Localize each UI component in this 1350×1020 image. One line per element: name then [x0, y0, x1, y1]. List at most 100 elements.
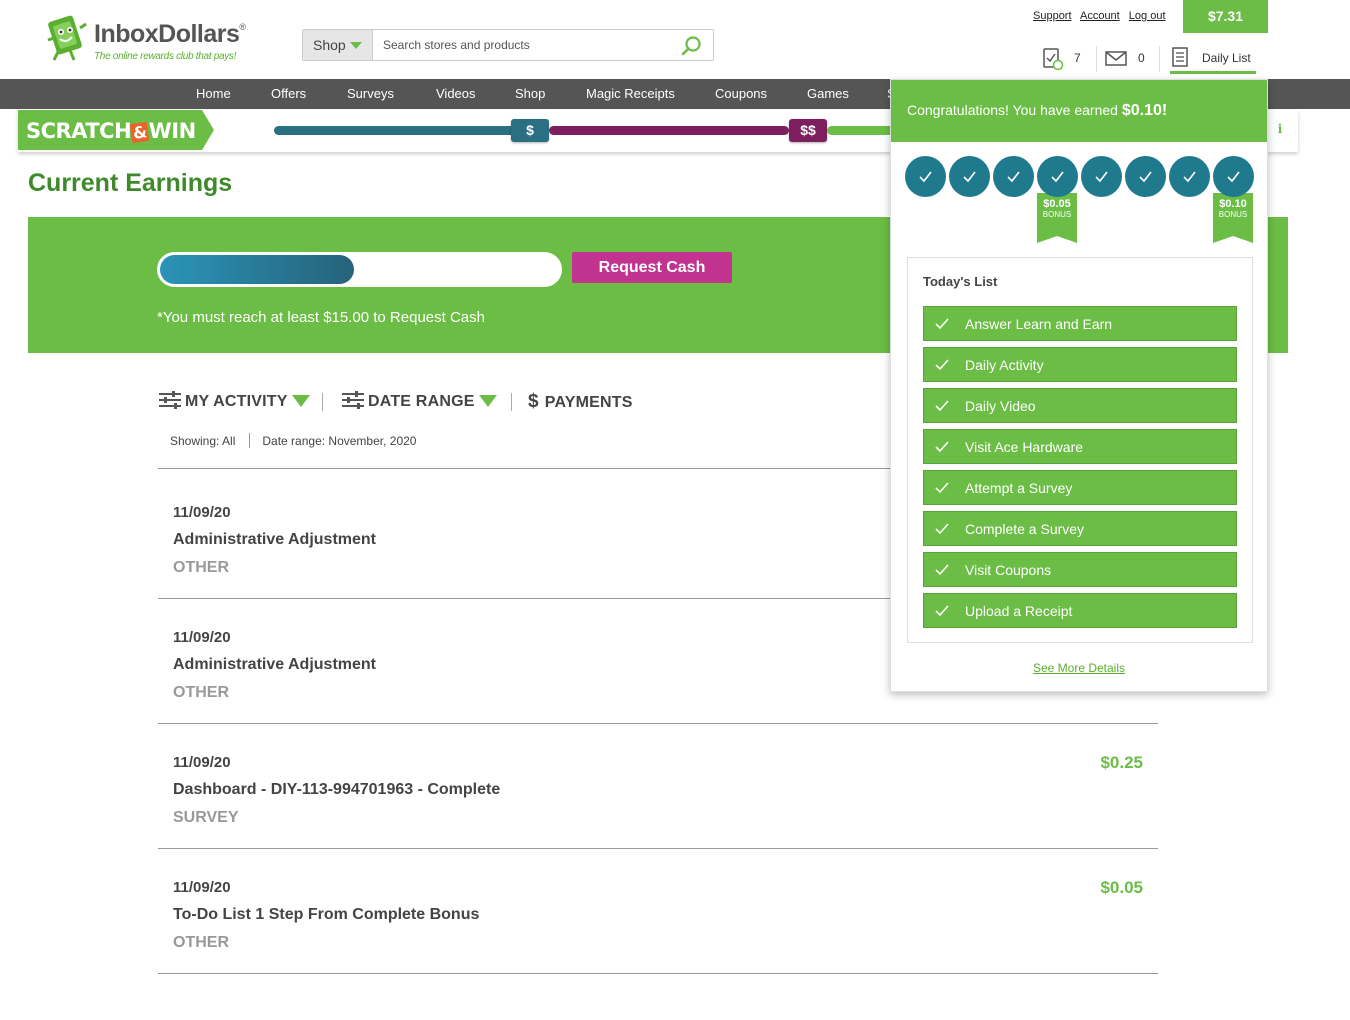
nav-offers[interactable]: Offers — [271, 86, 306, 101]
money-mascot-icon — [47, 15, 87, 61]
check-icon — [1139, 171, 1152, 183]
activity-date: 11/09/20 — [173, 879, 231, 896]
step-complete — [993, 156, 1034, 197]
filter-summary: Showing: All Date range: November, 2020 — [170, 433, 416, 448]
nav-shop[interactable]: Shop — [515, 86, 545, 101]
check-icon — [935, 482, 949, 494]
activity-title: To-Do List 1 Step From Complete Bonus — [173, 906, 480, 923]
my-activity-filter[interactable]: MY ACTIVITY — [158, 391, 310, 411]
divider — [1096, 46, 1097, 72]
nav-coupons[interactable]: Coupons — [715, 86, 767, 101]
divider — [511, 393, 512, 411]
activity-category: OTHER — [173, 684, 229, 701]
sliders-icon — [342, 391, 364, 409]
search-input[interactable] — [375, 30, 675, 60]
chevron-down-icon — [478, 395, 497, 407]
search-category-select[interactable]: Shop — [303, 30, 373, 60]
task-visit-ace-hardware[interactable]: Visit Ace Hardware — [923, 429, 1237, 464]
step-complete — [1125, 156, 1166, 197]
page-title: Current Earnings — [28, 169, 233, 197]
logout-link[interactable]: Log out — [1129, 10, 1166, 22]
task-complete-a-survey[interactable]: Complete a Survey — [923, 511, 1237, 546]
earnings-progress-fill — [160, 255, 354, 284]
step-complete — [1169, 156, 1210, 197]
tasks-count: 7 — [1074, 51, 1081, 65]
task-daily-video[interactable]: Daily Video — [923, 388, 1237, 423]
check-icon — [1227, 171, 1240, 183]
info-icon[interactable]: i — [1272, 121, 1288, 137]
activity-date: 11/09/20 — [173, 629, 231, 646]
inboxdollars-logo[interactable]: InboxDollars® The online rewards club th… — [44, 14, 259, 64]
activity-category: SURVEY — [173, 809, 239, 826]
progress-track-segment — [274, 126, 516, 135]
check-icon — [963, 171, 976, 183]
activity-title: Administrative Adjustment — [173, 656, 376, 673]
todays-list-title: Today's List — [923, 274, 998, 289]
nav-magic-receipts[interactable]: Magic Receipts — [586, 86, 675, 101]
divider — [1159, 46, 1160, 72]
progress-track-segment — [549, 126, 789, 135]
divider — [158, 723, 1158, 724]
task-attempt-a-survey[interactable]: Attempt a Survey — [923, 470, 1237, 505]
chevron-down-icon — [291, 395, 310, 407]
congrats-text: Congratulations! You have earned — [907, 102, 1122, 118]
check-icon — [935, 441, 949, 453]
divider — [322, 393, 323, 411]
step-complete — [1037, 156, 1078, 197]
check-icon — [935, 605, 949, 617]
activity-title: Dashboard - DIY-113-994701963 - Complete — [173, 781, 501, 798]
check-icon — [1051, 171, 1064, 183]
logo-wordmark: InboxDollars® — [94, 20, 246, 48]
check-icon — [935, 359, 949, 371]
sliders-icon — [159, 391, 181, 409]
check-icon — [935, 318, 949, 330]
task-answer-learn-and-earn[interactable]: Answer Learn and Earn — [923, 306, 1237, 341]
chevron-down-icon — [350, 42, 362, 49]
account-link[interactable]: Account — [1080, 10, 1120, 22]
check-icon — [1183, 171, 1196, 183]
step-complete — [1213, 156, 1254, 197]
activity-category: OTHER — [173, 934, 229, 951]
scratch-and-win-logo: SCRATCH&WIN — [18, 110, 214, 150]
see-more-details-link[interactable]: See More Details — [891, 661, 1267, 675]
nav-surveys[interactable]: Surveys — [347, 86, 394, 101]
envelope-icon — [1105, 51, 1127, 66]
nav-videos[interactable]: Videos — [436, 86, 476, 101]
activity-date: 11/09/20 — [173, 504, 231, 521]
dollar-icon: $ — [528, 391, 539, 412]
step-complete — [905, 156, 946, 197]
daily-list-icon — [1172, 47, 1188, 67]
task-check-icon — [1043, 48, 1064, 71]
divider — [158, 973, 1158, 974]
request-cash-button[interactable]: Request Cash — [572, 252, 732, 283]
step-complete — [949, 156, 990, 197]
task-daily-activity[interactable]: Daily Activity — [923, 347, 1237, 382]
check-icon — [919, 171, 932, 183]
popup-congrats: Congratulations! You have earned $0.10! — [891, 80, 1267, 142]
daily-list-popup: Congratulations! You have earned $0.10! … — [890, 79, 1268, 692]
activity-category: OTHER — [173, 559, 229, 576]
date-range-label: Date range: November, 2020 — [262, 434, 417, 448]
bonus-ribbon: $0.05 BONUS — [1037, 193, 1077, 243]
task-visit-coupons[interactable]: Visit Coupons — [923, 552, 1237, 587]
task-upload-a-receipt[interactable]: Upload a Receipt — [923, 593, 1237, 628]
daily-list-tab[interactable]: Daily List — [1170, 44, 1256, 74]
activity-amount: $0.05 — [1100, 878, 1143, 897]
tier-marker-2: $$ — [789, 119, 827, 142]
check-icon — [1007, 171, 1020, 183]
search-icon[interactable] — [681, 35, 703, 57]
progress-track-segment — [827, 126, 897, 135]
activity-title: Administrative Adjustment — [173, 531, 376, 548]
daily-list-label: Daily List — [1202, 51, 1251, 65]
nav-home[interactable]: Home — [196, 86, 231, 101]
search-bar: Shop — [302, 29, 714, 61]
support-link[interactable]: Support — [1033, 10, 1072, 22]
tasks-counter[interactable]: 7 — [1042, 46, 1081, 73]
balance-badge[interactable]: $7.31 — [1183, 0, 1268, 33]
check-icon — [1095, 171, 1108, 183]
account-links: Support Account Log out — [1033, 10, 1172, 22]
payments-filter[interactable]: $ PAYMENTS — [528, 391, 633, 413]
nav-games[interactable]: Games — [807, 86, 849, 101]
date-range-filter[interactable]: DATE RANGE — [341, 391, 497, 411]
messages-counter[interactable]: 0 — [1105, 46, 1145, 73]
